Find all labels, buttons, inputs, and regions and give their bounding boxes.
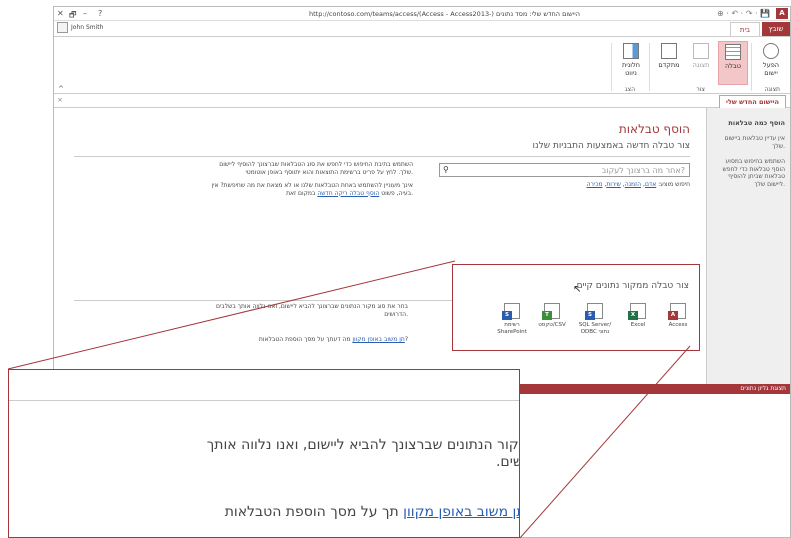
- zoom-feedback-row: תן משוב באופן מקוון תך על מסך הוספת הטבל…: [225, 504, 519, 520]
- zoom-line-1: ת סוג מקור הנתונים שברצונך להביא ליישום,…: [206, 437, 519, 453]
- zoom-help-text: ת סוג מקור הנתונים שברצונך להביא ליישום,…: [25, 437, 519, 471]
- zoom-line-2: ם הדרושים.: [495, 454, 519, 470]
- zoom-feedback-link[interactable]: תן משוב באופן מקוון: [403, 504, 519, 520]
- zoom-callout: ת סוג מקור הנתונים שברצונך להביא ליישום,…: [8, 369, 520, 538]
- zoom-divider: [9, 400, 519, 401]
